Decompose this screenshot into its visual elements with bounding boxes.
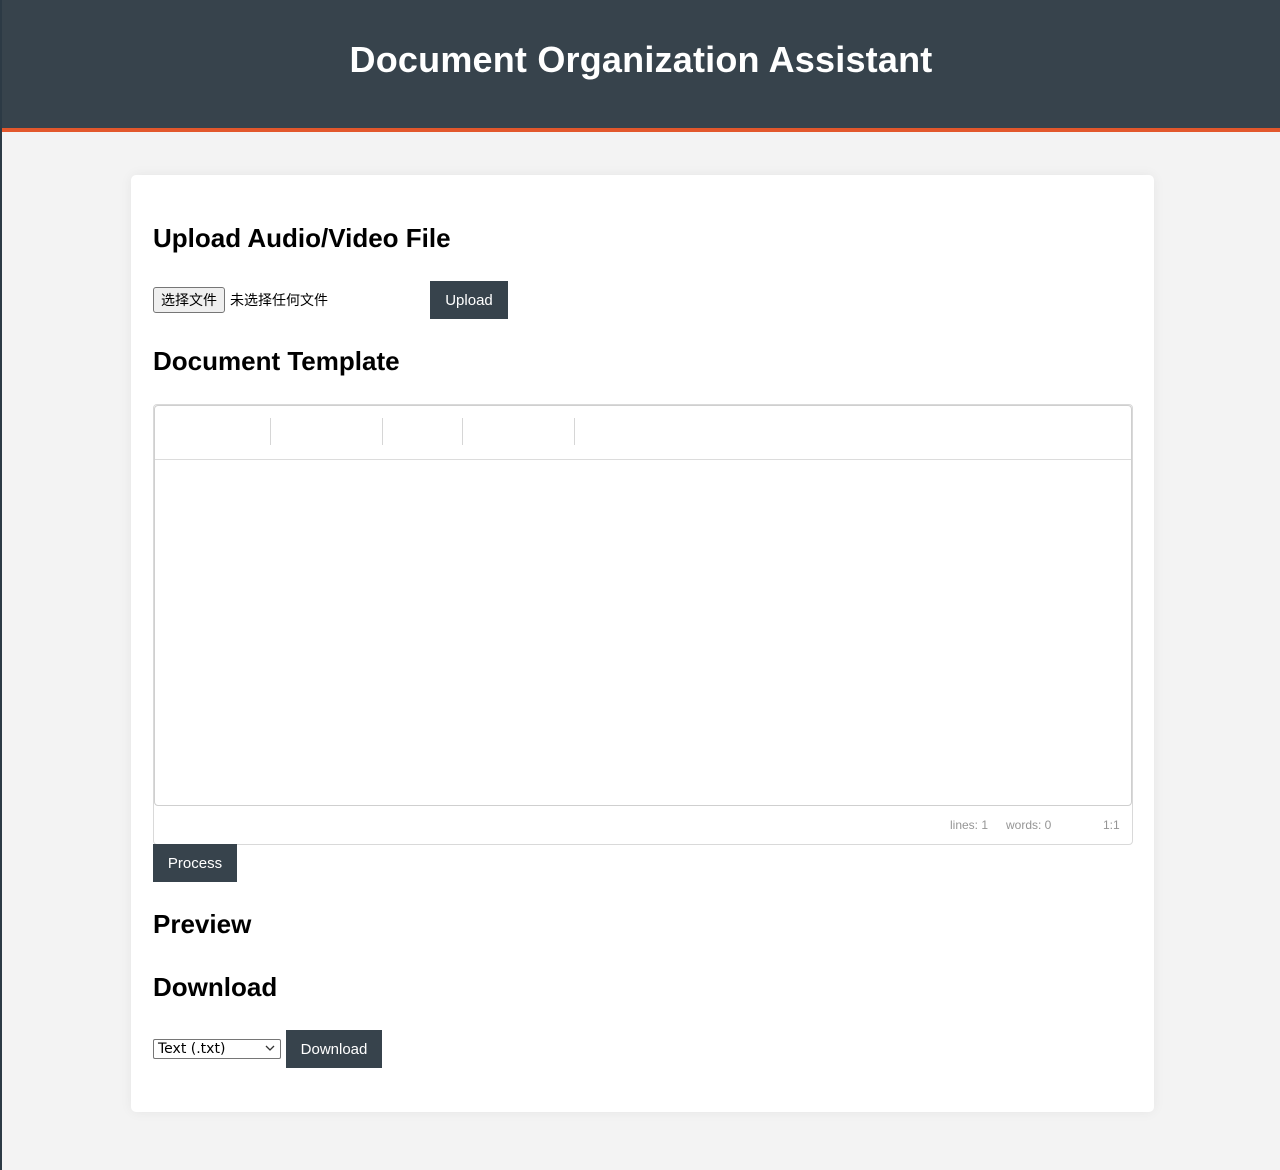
editor-frame <box>154 405 1132 806</box>
format-select-value: Text (.txt) <box>158 1041 226 1057</box>
toolbar-divider <box>270 418 271 445</box>
template-section-title: Document Template <box>153 346 400 376</box>
app-header: Document Organization Assistant <box>2 0 1280 132</box>
toolbar-divider <box>382 418 383 445</box>
download-section-title: Download <box>153 972 278 1002</box>
editor-statusbar: lines: 1 words: 0 1:1 <box>154 806 1132 844</box>
word-count: words: 0 <box>1006 818 1052 832</box>
editor-text-area[interactable] <box>155 460 1131 805</box>
page-title: Document Organization Assistant <box>349 39 933 80</box>
toolbar-divider <box>462 418 463 445</box>
chevron-down-icon <box>265 1045 275 1051</box>
no-file-chosen-label: 未选择任何文件 <box>230 293 328 309</box>
cursor-position: 1:1 <box>1103 818 1120 832</box>
upload-section-title: Upload Audio/Video File <box>153 223 451 253</box>
file-input[interactable]: 选择文件 未选择任何文件 <box>153 287 328 313</box>
download-button[interactable]: Download <box>286 1030 382 1068</box>
process-button[interactable]: Process <box>153 844 237 882</box>
main-card: Upload Audio/Video File 选择文件 未选择任何文件 Upl… <box>131 175 1154 1112</box>
choose-file-button[interactable]: 选择文件 <box>153 287 225 313</box>
format-select[interactable]: Text (.txt) <box>153 1039 281 1059</box>
template-editor: lines: 1 words: 0 1:1 <box>153 404 1133 845</box>
upload-button[interactable]: Upload <box>430 281 508 319</box>
editor-toolbar <box>155 406 1131 460</box>
toolbar-divider <box>574 418 575 445</box>
preview-section-title: Preview <box>153 909 252 939</box>
line-count: lines: 1 <box>950 818 989 832</box>
